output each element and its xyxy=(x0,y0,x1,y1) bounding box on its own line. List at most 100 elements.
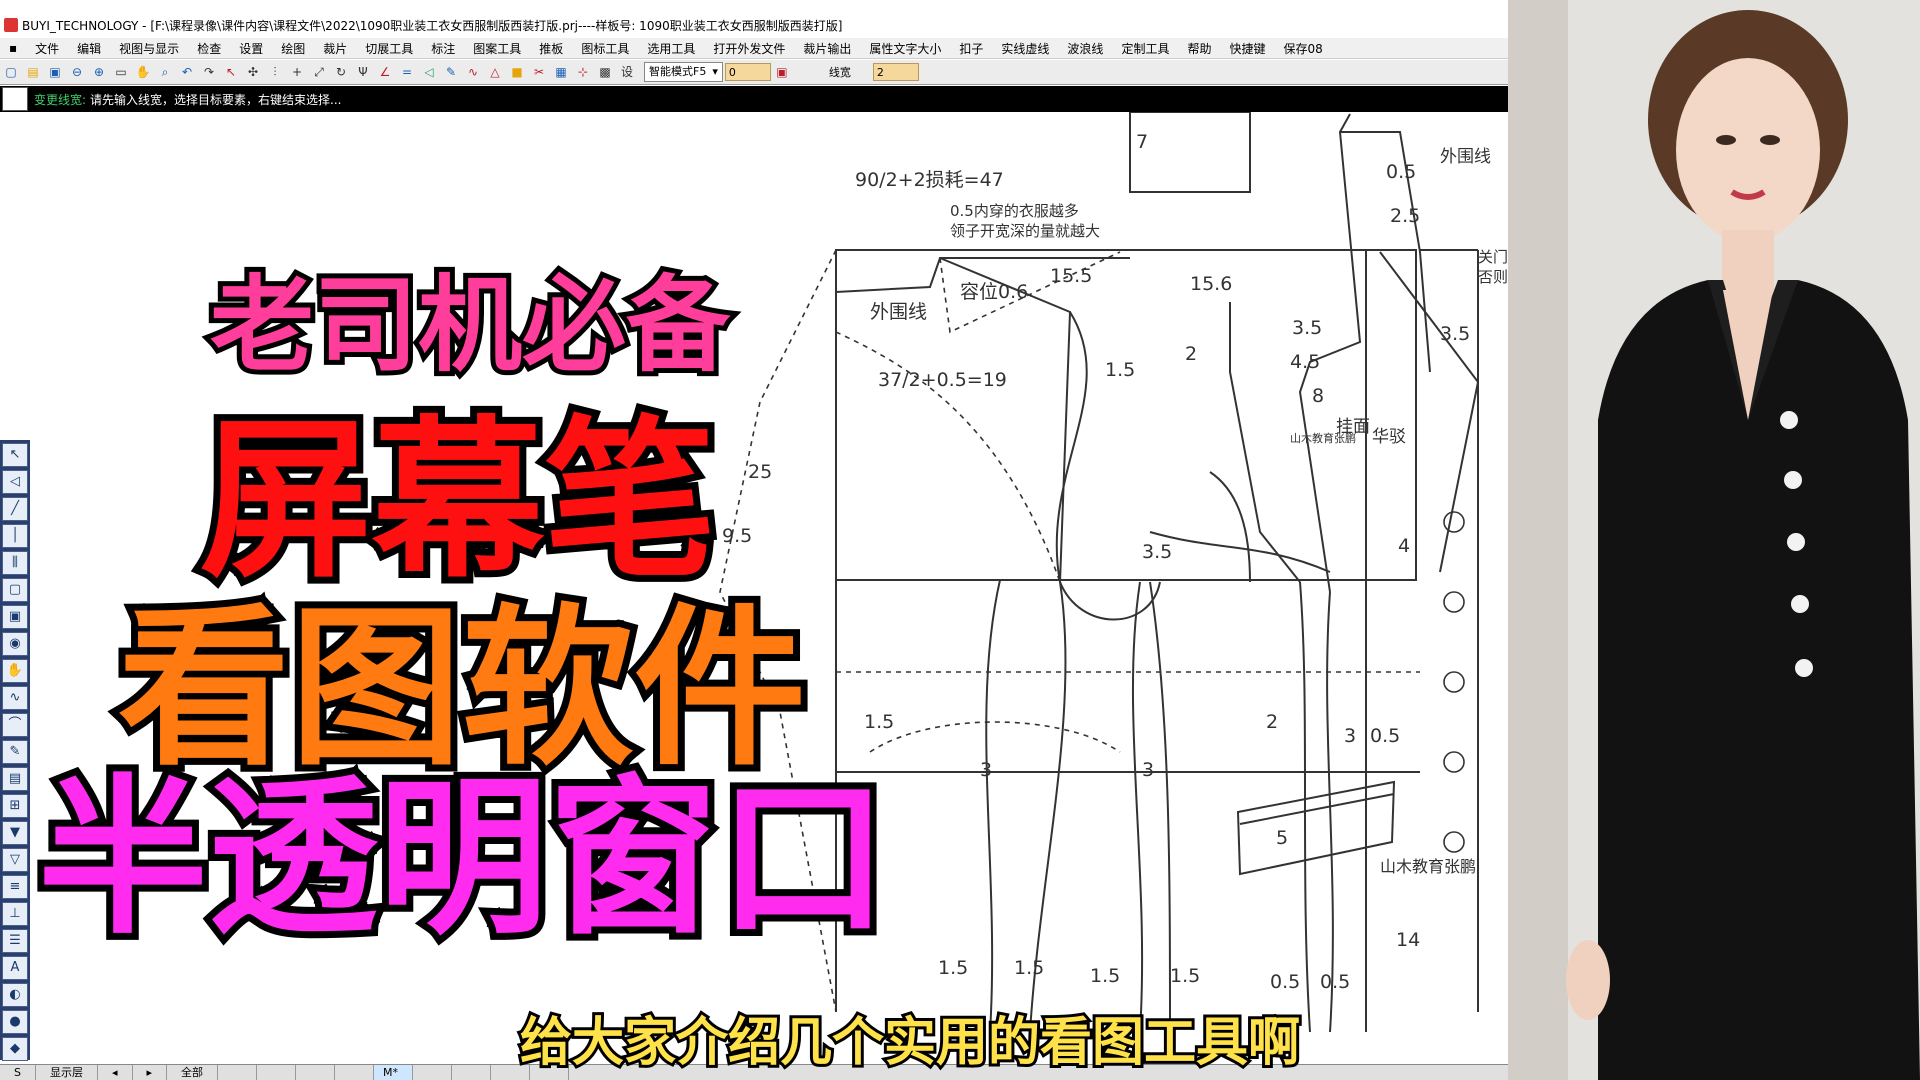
align-icon[interactable]: ⫶ xyxy=(266,63,284,81)
label-m7: 7 xyxy=(1136,131,1148,153)
menu-item[interactable]: 文件 xyxy=(26,40,68,57)
layer-cell[interactable] xyxy=(257,1065,297,1080)
bucket-tool-icon[interactable]: ◆ xyxy=(2,1037,28,1061)
rotate-icon[interactable]: ↻ xyxy=(332,63,350,81)
back-shoulder-armhole xyxy=(939,257,1072,583)
point-icon[interactable]: ⊹ xyxy=(574,63,592,81)
grade-tool-icon[interactable]: ≡ xyxy=(2,875,28,899)
line-tool-icon[interactable]: ╱ xyxy=(2,497,28,521)
line-style-icon[interactable]: ▣ xyxy=(773,63,791,81)
mode-select-value: 智能模式F5 xyxy=(649,65,707,78)
menu-item[interactable]: 波浪线 xyxy=(1058,40,1112,57)
zoom-window-icon[interactable]: ⌕ xyxy=(156,63,174,81)
menu-item[interactable]: 选用工具 xyxy=(638,40,704,57)
front-dart-2 xyxy=(1326,591,1334,1033)
menu-item[interactable]: 编辑 xyxy=(68,40,110,57)
menu-item[interactable]: 保存08 xyxy=(1274,40,1331,57)
scroll-s[interactable]: S xyxy=(0,1065,36,1080)
square-tool-icon[interactable]: ▣ xyxy=(2,605,28,629)
parallel-icon[interactable]: = xyxy=(398,63,416,81)
list-tool-icon[interactable]: ☰ xyxy=(2,929,28,953)
menu-item[interactable]: 定制工具 xyxy=(1112,40,1178,57)
pencil-tool-icon[interactable]: ✎ xyxy=(2,740,28,764)
select-icon[interactable]: ↖ xyxy=(222,63,240,81)
measure-icon[interactable]: ⤢ xyxy=(310,63,328,81)
value-field-1[interactable]: 0 xyxy=(724,63,771,81)
menu-item[interactable]: 标注 xyxy=(422,40,464,57)
menu-item[interactable]: 切展工具 xyxy=(356,40,422,57)
open-folder-icon[interactable]: ▤ xyxy=(24,63,42,81)
menu-item[interactable]: 检查 xyxy=(188,40,230,57)
move-icon[interactable]: ✣ xyxy=(244,63,262,81)
menu-item[interactable]: 绘图 xyxy=(272,40,314,57)
grid-icon[interactable]: ▦ xyxy=(552,63,570,81)
menu-item[interactable]: 图案工具 xyxy=(464,40,530,57)
all-layers-button[interactable]: 全部 xyxy=(167,1065,219,1080)
marker-tool-icon[interactable]: ▼ xyxy=(2,821,28,845)
layer-cell[interactable] xyxy=(335,1065,375,1080)
mode-select[interactable]: 智能模式F5 ▾ xyxy=(644,62,723,82)
text-tool-icon[interactable]: A xyxy=(2,956,28,980)
fit-screen-icon[interactable]: ▭ xyxy=(112,63,130,81)
dart-tool-icon[interactable]: ▽ xyxy=(2,848,28,872)
curve-tool-icon[interactable]: ∿ xyxy=(2,686,28,710)
fill-tool-icon[interactable]: ◐ xyxy=(2,983,28,1007)
side-seam-1 xyxy=(985,579,1001,1033)
undo-icon[interactable]: ↶ xyxy=(178,63,196,81)
layer-cell[interactable] xyxy=(296,1065,336,1080)
pen-icon[interactable]: ✎ xyxy=(442,63,460,81)
menu-item[interactable]: 打开外发文件 xyxy=(704,40,794,57)
disk-tool-icon[interactable]: ▤ xyxy=(2,767,28,791)
label-m05: 0.5 xyxy=(1386,161,1416,183)
menu-item[interactable]: 裁片 xyxy=(314,40,356,57)
image-icon[interactable]: ▩ xyxy=(596,63,614,81)
triangle-icon[interactable]: △ xyxy=(486,63,504,81)
pin-tool-icon[interactable]: ● xyxy=(2,1010,28,1034)
layer-cell[interactable] xyxy=(452,1065,492,1080)
arrow-left-icon[interactable]: ◁ xyxy=(420,63,438,81)
zoom-in-icon[interactable]: ⊕ xyxy=(90,63,108,81)
pointer-tool-icon[interactable]: ↖ xyxy=(2,443,28,467)
next-arrow-icon[interactable]: ▸ xyxy=(133,1065,168,1080)
rectangle-tool-icon[interactable]: ▢ xyxy=(2,578,28,602)
arc-tool-icon[interactable]: ⌒ xyxy=(2,713,28,737)
menu-item[interactable]: 属性文字大小 xyxy=(860,40,950,57)
prev-arrow-icon[interactable]: ◂ xyxy=(98,1065,133,1080)
fork-icon[interactable]: Ψ xyxy=(354,63,372,81)
cross-icon[interactable]: + xyxy=(288,63,306,81)
line-width-field[interactable]: 2 xyxy=(872,63,919,81)
zoom-out-icon[interactable]: ⊖ xyxy=(68,63,86,81)
menu-item[interactable]: 设置 xyxy=(230,40,272,57)
menu-item[interactable]: 图标工具 xyxy=(572,40,638,57)
settings-text[interactable]: 设 xyxy=(618,63,636,81)
menu-item[interactable]: 帮助 xyxy=(1178,40,1220,57)
arrow-tool-icon[interactable]: ◁ xyxy=(2,470,28,494)
label-m15d: 1.5 xyxy=(1090,965,1120,987)
layer-cell-active[interactable]: M* xyxy=(374,1065,414,1080)
menu-item[interactable]: 扣子 xyxy=(950,40,992,57)
menu-item[interactable]: 裁片输出 xyxy=(794,40,860,57)
menu-item[interactable]: 实线虚线 xyxy=(992,40,1058,57)
color-palette-icon[interactable]: ■ xyxy=(508,63,526,81)
new-file-icon[interactable]: ▢ xyxy=(2,63,20,81)
menu-item[interactable]: 推板 xyxy=(530,40,572,57)
hand-tool-icon[interactable]: ✋ xyxy=(2,659,28,683)
parallel-tool-icon[interactable]: ⫼ xyxy=(2,551,28,575)
ruler-tool-icon[interactable]: ⊥ xyxy=(2,902,28,926)
pan-hand-icon[interactable]: ✋ xyxy=(134,63,152,81)
vertical-line-icon[interactable]: │ xyxy=(2,524,28,548)
angle-icon[interactable]: ∠ xyxy=(376,63,394,81)
model-illustration xyxy=(1508,0,1920,1080)
menu-app-icon[interactable]: ▪ xyxy=(0,41,26,55)
menu-item[interactable]: 视图与显示 xyxy=(110,40,188,57)
curve-icon[interactable]: ∿ xyxy=(464,63,482,81)
redo-icon[interactable]: ↷ xyxy=(200,63,218,81)
circle-tool-icon[interactable]: ◉ xyxy=(2,632,28,656)
menu-item[interactable]: 快捷键 xyxy=(1220,40,1274,57)
layer-cell[interactable] xyxy=(218,1065,258,1080)
cut-icon[interactable]: ✂ xyxy=(530,63,548,81)
save-icon[interactable]: ▣ xyxy=(46,63,64,81)
layer-cell[interactable] xyxy=(413,1065,453,1080)
dimension-tool-icon[interactable]: ⊞ xyxy=(2,794,28,818)
label-guan-men: 关门 xyxy=(1478,248,1508,266)
